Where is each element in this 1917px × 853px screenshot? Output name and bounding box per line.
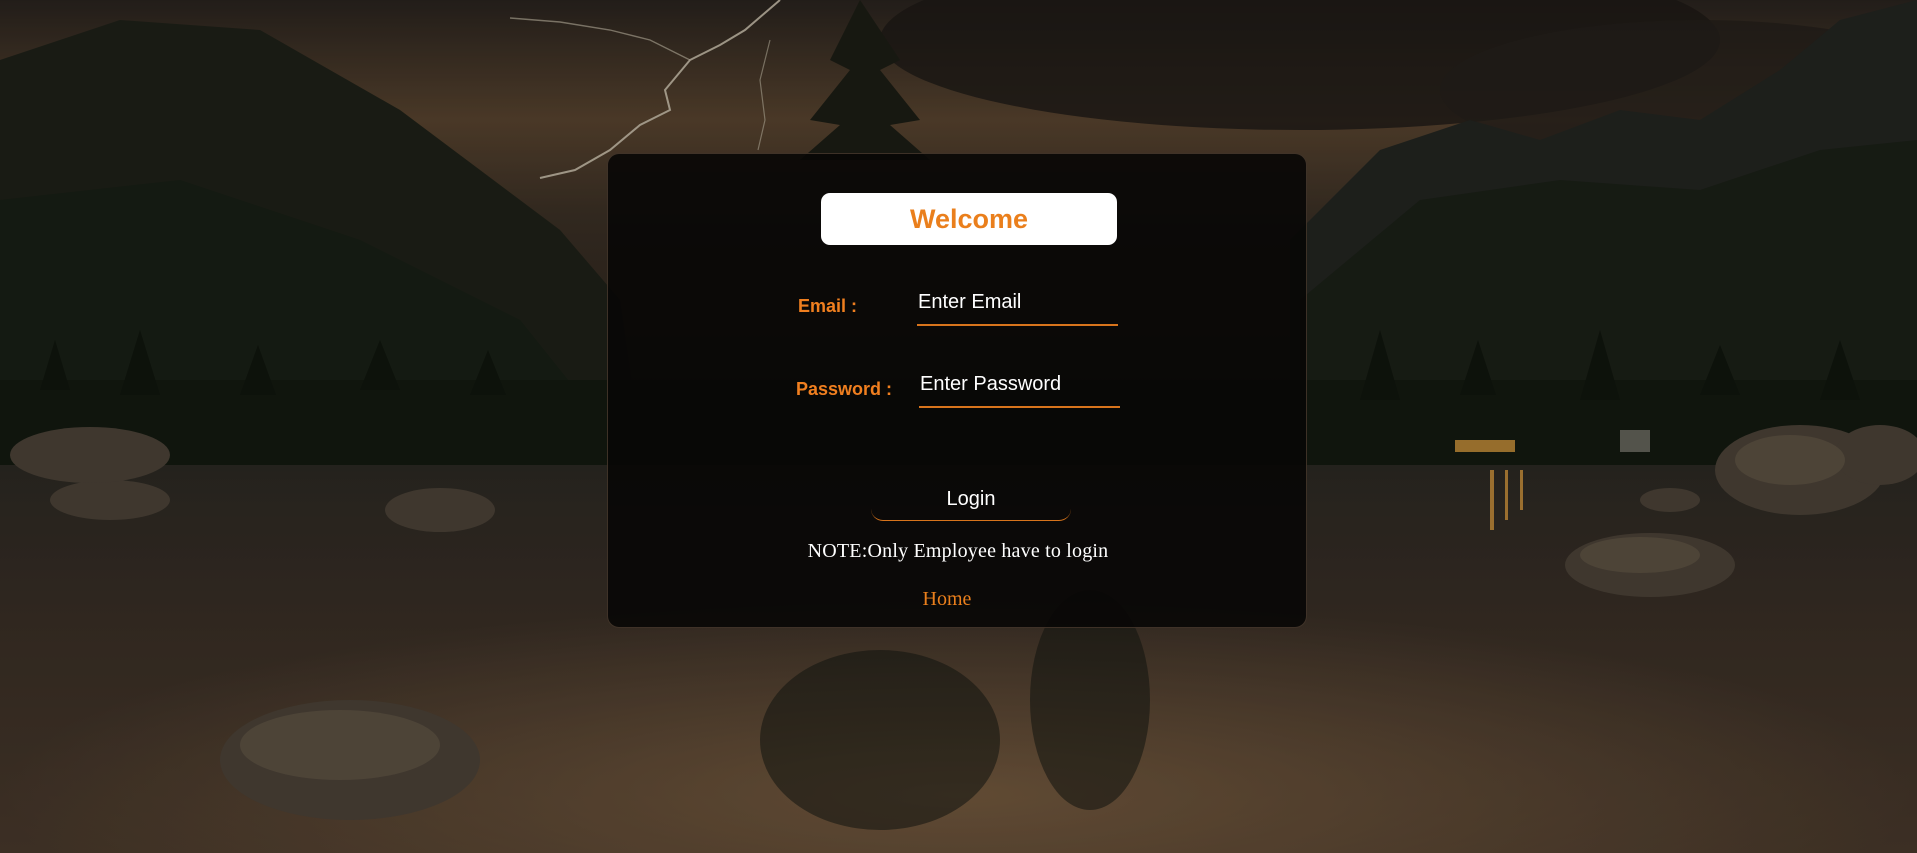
password-label: Password : xyxy=(796,379,893,399)
home-link[interactable]: Home xyxy=(923,588,972,610)
login-button[interactable]: Login xyxy=(871,479,1071,521)
welcome-title: Welcome xyxy=(909,203,1029,234)
password-input[interactable] xyxy=(919,368,1120,408)
employee-note: NOTE:Only Employee have to login xyxy=(807,540,1109,562)
login-card: Welcome Email : Password : Login NOTE:On… xyxy=(607,153,1307,628)
welcome-banner: Welcome xyxy=(821,193,1117,245)
home-link-wrapper: Home xyxy=(608,588,1308,611)
email-input[interactable] xyxy=(917,286,1118,326)
email-label: Email : xyxy=(798,296,858,316)
